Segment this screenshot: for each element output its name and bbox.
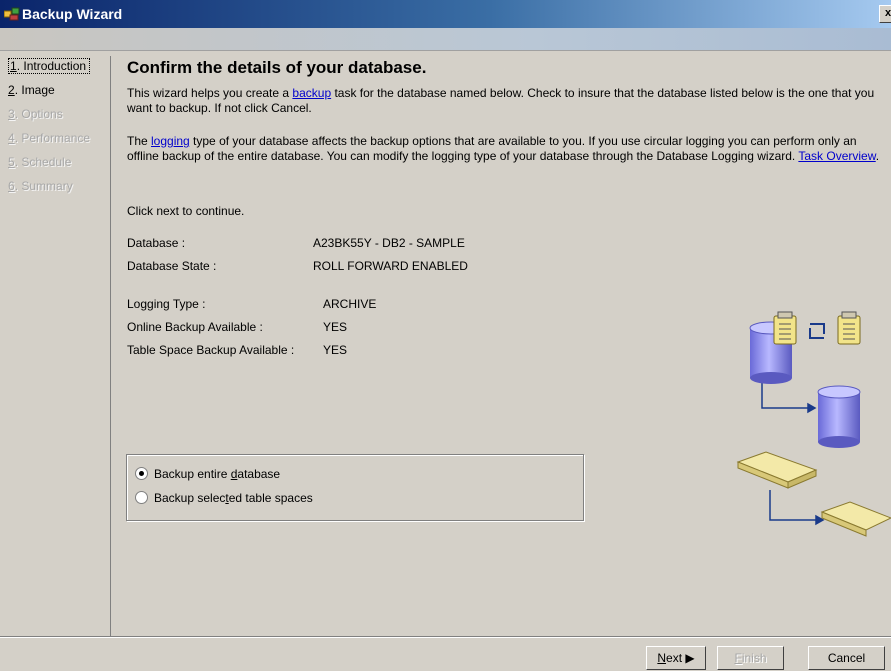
nav-step-number: 2 xyxy=(8,83,15,97)
option-label: Backup entire xyxy=(154,467,231,481)
cancel-button[interactable]: Cancel xyxy=(808,646,885,670)
play-arrow-icon: ▶ xyxy=(685,651,695,665)
nav-step-label: . Performance xyxy=(14,131,91,145)
task-overview-link[interactable]: Task Overview xyxy=(798,149,875,163)
nav-step-number: 3 xyxy=(8,107,15,121)
intro-text: This wizard helps you create a xyxy=(127,86,293,100)
field-label: Table Space Backup Available : xyxy=(127,343,295,357)
nav-step-introduction[interactable]: 1. Introduction xyxy=(6,56,110,80)
option-label-cont: ed table spaces xyxy=(228,491,313,505)
nav-step-label: . Schedule xyxy=(14,155,72,169)
backup-link[interactable]: backup xyxy=(292,86,331,100)
field-value: YES xyxy=(323,320,348,334)
nav-step-summary: 6. Summary xyxy=(6,176,110,200)
button-label: ext xyxy=(666,651,683,665)
field-value: YES xyxy=(323,343,348,357)
header-strip xyxy=(0,28,891,51)
nav-step-number: 4 xyxy=(8,131,15,145)
field-label: Database State : xyxy=(127,259,217,273)
field-value: ROLL FORWARD ENABLED xyxy=(313,259,468,273)
logging-text-cont: type of your database affects the backup… xyxy=(127,134,857,163)
nav-step-options: 3. Options xyxy=(6,104,110,128)
next-button[interactable]: Next ▶ xyxy=(646,646,706,670)
window-title: Backup Wizard xyxy=(22,6,123,22)
tray-icon xyxy=(820,501,891,537)
field-value: A23BK55Y - DB2 - SAMPLE xyxy=(313,236,465,250)
clipboard-icon xyxy=(773,311,797,345)
nav-step-schedule: 5. Schedule xyxy=(6,152,110,176)
nav-step-label: . Introduction xyxy=(16,59,87,73)
logging-link[interactable]: logging xyxy=(151,134,190,148)
button-bar: Next ▶ Finish Cancel xyxy=(0,636,891,671)
finish-button: Finish xyxy=(717,646,784,670)
clipboard-icon xyxy=(837,311,861,345)
button-label: inish xyxy=(741,651,767,665)
continue-instruction: Click next to continue. xyxy=(127,204,245,218)
database-cylinder-icon xyxy=(817,385,861,448)
logging-text-end: . xyxy=(875,149,880,163)
field-label: Online Backup Available : xyxy=(127,320,263,334)
nav-step-number: 5 xyxy=(8,155,15,169)
backup-selected-tablespaces-option[interactable]: Backup selected table spaces xyxy=(135,489,313,507)
field-label: Logging Type : xyxy=(127,297,206,311)
backup-illustration xyxy=(736,311,891,537)
intro-paragraph: This wizard helps you create a backup ta… xyxy=(127,86,891,116)
app-icon xyxy=(4,7,20,21)
nav-step-label: . Summary xyxy=(14,179,73,193)
option-label: Backup selec xyxy=(154,491,226,505)
connector-arrow-icon xyxy=(761,372,825,526)
button-mnemonic: F xyxy=(734,651,742,665)
backup-entire-database-option[interactable]: Backup entire database xyxy=(135,465,280,483)
page-title: Confirm the details of your database. xyxy=(127,58,427,77)
close-button[interactable]: x xyxy=(879,5,891,23)
nav-step-number: 6 xyxy=(8,179,15,193)
nav-step-number: 1 xyxy=(10,59,17,73)
nav-step-label: . Options xyxy=(14,107,63,121)
logging-paragraph: The logging type of your database affect… xyxy=(127,134,891,164)
nav-step-performance: 4. Performance xyxy=(6,128,110,152)
nav-step-label: . Image xyxy=(14,83,55,97)
title-bar[interactable]: Backup Wizard x xyxy=(0,0,891,28)
tray-icon xyxy=(736,451,818,489)
logging-text: The xyxy=(127,134,152,148)
sync-arrows-icon xyxy=(809,323,825,339)
wizard-steps-nav: 1. Introduction 2. Image 3. Options 4. P… xyxy=(6,56,111,636)
radio-unselected-icon[interactable] xyxy=(135,491,148,504)
button-mnemonic: N xyxy=(657,651,667,665)
option-label-cont: atabase xyxy=(237,467,281,481)
nav-step-image[interactable]: 2. Image xyxy=(6,80,110,104)
field-value: ARCHIVE xyxy=(323,297,377,311)
backup-scope-group: Backup entire database Backup selected t… xyxy=(126,454,584,521)
field-label: Database : xyxy=(127,236,186,250)
radio-selected-icon[interactable] xyxy=(135,467,148,480)
